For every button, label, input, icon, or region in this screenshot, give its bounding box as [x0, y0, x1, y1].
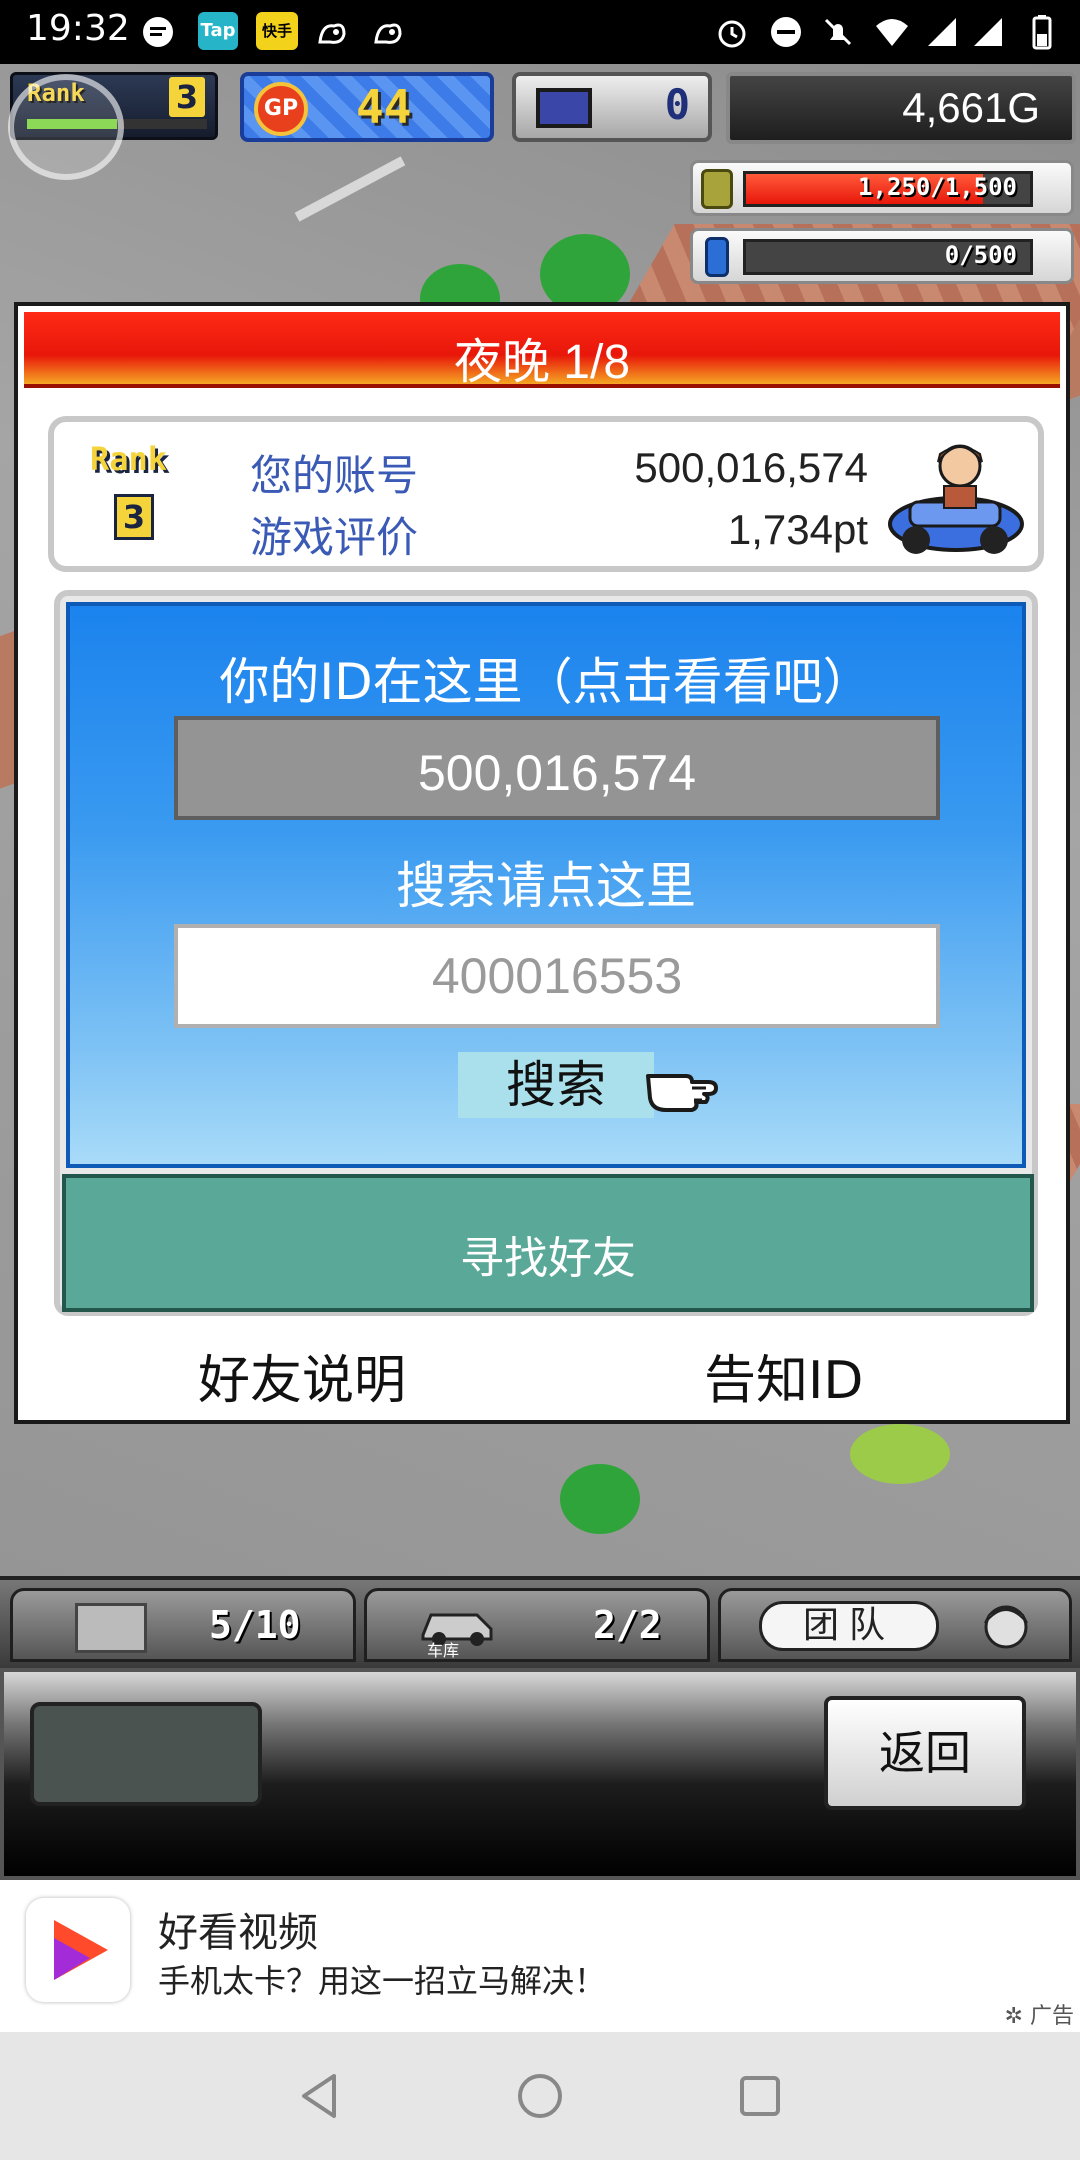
ad-settings-icon: ✲ — [1004, 2004, 1023, 2029]
garage-tab[interactable]: 车库 2/2 — [364, 1588, 710, 1662]
find-friend-label: 寻找好友 — [460, 1233, 636, 1284]
computer-icon — [536, 88, 592, 128]
crate-icon — [75, 1603, 147, 1653]
rank-badge-label: Rank — [90, 440, 168, 478]
money-display: 4,661G — [726, 72, 1076, 144]
friend-dialog: 夜晚 1/8 Rank 3 您的账号 500,016,574 游戏评价 1,73… — [14, 302, 1070, 1424]
share-id-link[interactable]: 告知ID — [704, 1338, 863, 1413]
message-icon — [143, 17, 173, 47]
computer-display: 0 — [512, 72, 712, 142]
rank-value: 3 — [169, 77, 205, 117]
tree — [560, 1464, 640, 1534]
computer-value: 0 — [664, 80, 690, 129]
dialog-title: 夜晚 1/8 — [453, 336, 631, 389]
ad-tag-label: 广告 — [1029, 2004, 1074, 2029]
friend-help-link[interactable]: 好友说明 — [198, 1338, 406, 1413]
search-panel: 你的ID在这里（点击看看吧） 500,016,574 搜索请点这里 搜索 寻找好… — [54, 590, 1038, 1316]
my-id-value: 500,016,574 — [417, 745, 697, 801]
search-title: 搜索请点这里 — [396, 857, 696, 915]
taptap-icon: Tap — [198, 12, 238, 50]
alarm-icon — [718, 20, 746, 48]
ad-banner[interactable]: 好看视频 手机太卡？用这一招立马解决！ ✲ 广告 — [0, 1880, 1080, 2032]
rank-badge-value: 3 — [114, 494, 154, 540]
gp-icon: GP — [254, 82, 308, 136]
ad-description: 手机太卡？用这一招立马解决！ — [158, 1962, 607, 2000]
squirrel-icon — [374, 23, 402, 44]
garage-count: 2/2 — [593, 1603, 662, 1647]
gp-value: 44 — [356, 80, 412, 134]
gems-text: 0/500 — [944, 241, 1017, 269]
money-value: 4,661G — [902, 84, 1040, 131]
team-tab[interactable]: 团队 — [718, 1588, 1072, 1662]
signal-icon — [974, 18, 1002, 46]
grass-patch — [850, 1424, 950, 1484]
coins-text: 1,250/1,500 — [858, 173, 1017, 201]
storage-tab[interactable]: 5/10 — [10, 1588, 356, 1662]
status-time: 19:32 — [26, 8, 130, 49]
info-slot — [30, 1702, 262, 1806]
mute-icon — [824, 18, 852, 46]
gp-display: GP 44 — [240, 72, 494, 142]
staff-portrait-icon — [984, 1605, 1028, 1649]
search-button[interactable]: 搜索 — [458, 1052, 654, 1118]
team-button[interactable]: 团队 — [759, 1601, 939, 1651]
wifi-icon — [876, 19, 908, 46]
gems-display: 0/500 — [690, 228, 1074, 284]
account-value: 500,016,574 — [634, 444, 868, 491]
signal-icon — [928, 18, 956, 46]
kuaishou-icon: 快手 — [256, 12, 298, 50]
back-button[interactable]: 返回 — [824, 1696, 1026, 1810]
ad-tag: ✲ 广告 — [1005, 1998, 1074, 2030]
storage-count: 5/10 — [209, 1603, 301, 1647]
menu-circle-button[interactable] — [8, 74, 124, 180]
coins-display: 1,250/1,500 — [690, 160, 1074, 216]
id-search-area: 你的ID在这里（点击看看吧） 500,016,574 搜索请点这里 搜索 — [66, 602, 1026, 1168]
bottom-tab-bar: 5/10 车库 2/2 团队 — [0, 1576, 1080, 1668]
id-title: 你的ID在这里（点击看看吧） — [219, 653, 873, 711]
recents-square-icon[interactable] — [732, 2068, 788, 2124]
haokan-app-icon — [26, 1898, 130, 2002]
my-id-box[interactable]: 500,016,574 — [174, 716, 940, 820]
dnd-icon — [771, 17, 801, 47]
friend-id-search-input[interactable] — [174, 924, 940, 1028]
find-friend-button[interactable]: 寻找好友 — [62, 1174, 1034, 1312]
status-bar: 19:32 Tap 快手 — [0, 0, 1080, 64]
coin-stack-icon — [701, 169, 733, 209]
account-label: 您的账号 — [250, 451, 419, 500]
dialog-header: 夜晚 1/8 — [24, 312, 1060, 389]
player-info-card: Rank 3 您的账号 500,016,574 游戏评价 1,734pt — [48, 416, 1044, 572]
bottom-panel: 返回 — [0, 1668, 1080, 1880]
back-triangle-icon[interactable] — [292, 2068, 348, 2124]
road-marking — [294, 156, 406, 222]
rating-label: 游戏评价 — [250, 513, 419, 562]
car-avatar-icon — [888, 444, 1024, 554]
pointing-hand-icon — [646, 1074, 718, 1112]
garage-label: 车库 — [427, 1641, 460, 1660]
squirrel-icon — [318, 23, 346, 44]
home-circle-icon[interactable] — [512, 2068, 568, 2124]
ad-title: 好看视频 — [158, 1910, 318, 1956]
navigation-bar — [0, 2032, 1080, 2160]
rating-value: 1,734pt — [727, 506, 868, 553]
battery-icon — [1032, 15, 1052, 50]
gem-icon — [705, 237, 729, 277]
